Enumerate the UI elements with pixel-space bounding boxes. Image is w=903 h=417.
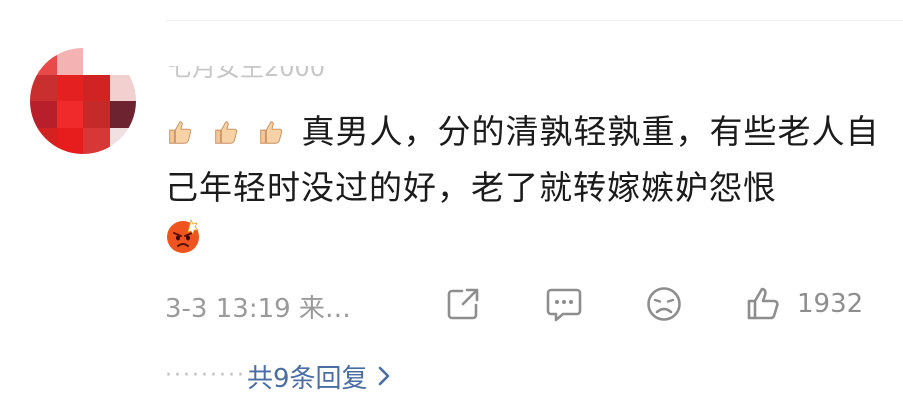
comment-meta-row: 3-3 13:19 来… 1932 — [165, 282, 885, 326]
avatar-pixel — [109, 74, 136, 101]
avatar-pixel — [83, 127, 110, 154]
share-icon — [447, 288, 479, 320]
avatar[interactable] — [30, 48, 136, 154]
angry-face-icon — [167, 218, 199, 253]
avatar-pixel — [30, 127, 57, 154]
replies-row: ········· 共9条回复 — [165, 356, 390, 396]
chevron-right-icon — [378, 366, 389, 386]
avatar-pixel — [56, 48, 83, 75]
replies-dots: ········· — [165, 363, 246, 388]
avatar-pixel — [30, 74, 57, 101]
avatar-pixel — [83, 48, 110, 75]
view-replies-link[interactable]: 共9条回复 — [247, 358, 368, 395]
thumbs-up-icon — [211, 112, 257, 151]
avatar-pixel — [83, 74, 110, 101]
frown-face-icon — [647, 287, 681, 321]
avatar-pixel — [83, 101, 110, 128]
timestamp: 3-3 13:19 来… — [165, 294, 351, 324]
avatar-pixel — [109, 48, 136, 75]
avatar-pixel — [109, 127, 136, 154]
thumbs-up-icon — [165, 112, 211, 151]
username[interactable]: 七月女王2000 — [168, 66, 408, 86]
avatar-pixel — [56, 74, 83, 101]
dislike-button[interactable] — [645, 282, 683, 326]
avatar-pixel — [109, 101, 136, 128]
comment-text-block: 真男人，分的清孰轻孰重，有些老人自己年轻时没过的好，老了就转嫁嫉妒怨恨 — [165, 104, 880, 216]
avatar-pixel — [30, 48, 57, 75]
share-button[interactable] — [445, 282, 481, 326]
avatar-pixel — [56, 101, 83, 128]
comment-icon — [546, 288, 582, 322]
comment-button[interactable] — [545, 282, 583, 326]
thumbs-up-outline-icon — [747, 287, 779, 320]
avatar-pixel — [56, 127, 83, 154]
like-button[interactable]: 1932 — [745, 282, 863, 326]
top-divider — [165, 20, 903, 21]
thumbs-up-icon — [256, 112, 302, 151]
like-count: 1932 — [797, 289, 864, 319]
avatar-pixel — [30, 101, 57, 128]
